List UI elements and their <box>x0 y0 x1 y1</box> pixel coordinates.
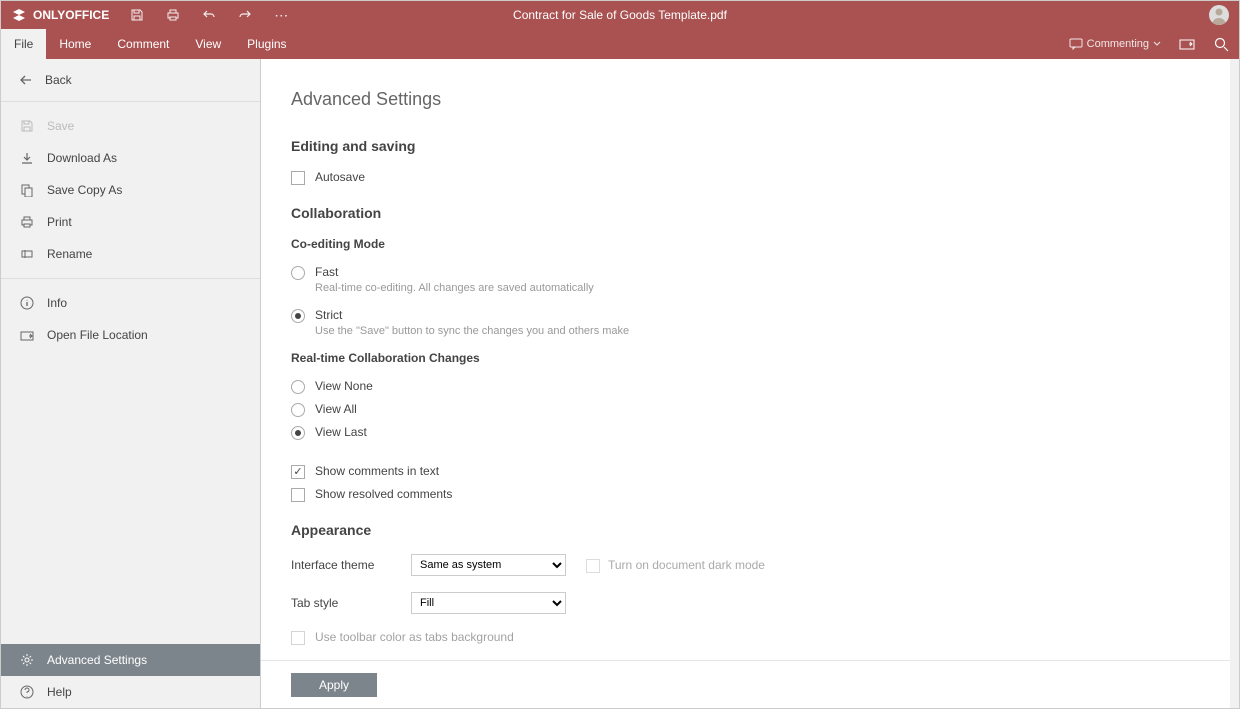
rename-label: Rename <box>47 247 92 261</box>
tab-file[interactable]: File <box>1 29 46 59</box>
interface-theme-label: Interface theme <box>291 558 391 572</box>
back-arrow-icon <box>19 74 33 86</box>
tab-style-label: Tab style <box>291 596 391 610</box>
download-icon <box>19 150 35 166</box>
section-appearance: Appearance <box>291 522 1209 538</box>
tabbar: File Home Comment View Plugins Commentin… <box>1 29 1239 59</box>
comment-icon <box>1069 38 1083 50</box>
sidebar-item-print[interactable]: Print <box>1 206 260 238</box>
view-all-radio[interactable] <box>291 403 305 417</box>
sidebar-item-help[interactable]: Help <box>1 676 260 708</box>
coediting-fast-desc: Real-time co-editing. All changes are sa… <box>315 282 594 294</box>
coediting-strict-desc: Use the "Save" button to sync the change… <box>315 325 629 337</box>
toolbar-color-label: Use toolbar color as tabs background <box>315 630 514 644</box>
show-resolved-label: Show resolved comments <box>315 487 452 501</box>
rename-icon <box>19 246 35 262</box>
save-label: Save <box>47 119 74 133</box>
chevron-down-icon <box>1153 40 1161 48</box>
copy-icon <box>19 182 35 198</box>
commenting-mode[interactable]: Commenting <box>1069 38 1161 50</box>
save-icon <box>19 118 35 134</box>
redo-icon[interactable] <box>237 7 253 23</box>
settings-panel: Advanced Settings Editing and saving Aut… <box>261 59 1239 708</box>
view-none-radio[interactable] <box>291 380 305 394</box>
save-copy-as-label: Save Copy As <box>47 183 122 197</box>
coediting-strict-radio[interactable] <box>291 309 305 323</box>
dark-mode-checkbox <box>586 559 600 573</box>
page-title: Advanced Settings <box>291 89 1209 110</box>
view-last-radio[interactable] <box>291 426 305 440</box>
autosave-checkbox[interactable] <box>291 171 305 185</box>
sidebar-item-advanced-settings[interactable]: Advanced Settings <box>1 644 260 676</box>
user-avatar[interactable] <box>1209 5 1229 25</box>
app-logo: ONLYOFFICE <box>1 7 119 23</box>
show-comments-checkbox[interactable] <box>291 465 305 479</box>
coediting-strict-label: Strict <box>315 308 342 322</box>
show-resolved-checkbox[interactable] <box>291 488 305 502</box>
toolbar-color-checkbox[interactable] <box>291 631 305 645</box>
logo-icon <box>11 7 27 23</box>
tab-home[interactable]: Home <box>46 29 104 59</box>
info-icon <box>19 295 35 311</box>
section-collaboration: Collaboration <box>291 205 1209 221</box>
help-icon <box>19 684 35 700</box>
more-icon[interactable]: ⋯ <box>273 7 289 23</box>
print-icon <box>19 214 35 230</box>
tab-comment[interactable]: Comment <box>104 29 182 59</box>
autosave-label: Autosave <box>315 170 365 184</box>
coediting-fast-label: Fast <box>315 265 338 279</box>
sidebar-item-info[interactable]: Info <box>1 287 260 319</box>
dark-mode-label: Turn on document dark mode <box>608 558 765 572</box>
advanced-settings-label: Advanced Settings <box>47 653 147 667</box>
coediting-mode-heading: Co-editing Mode <box>291 237 1209 251</box>
undo-icon[interactable] <box>201 7 217 23</box>
view-none-label: View None <box>315 379 373 393</box>
vertical-scrollbar[interactable] <box>1230 59 1239 708</box>
gear-icon <box>19 652 35 668</box>
folder-open-icon <box>19 327 35 343</box>
view-all-label: View All <box>315 402 357 416</box>
section-editing-saving: Editing and saving <box>291 138 1209 154</box>
file-menu: Back Save Download As Save Copy As Print… <box>1 59 1239 708</box>
sidebar-item-save: Save <box>1 110 260 142</box>
sidebar-item-rename[interactable]: Rename <box>1 238 260 270</box>
apply-bar: Apply <box>261 660 1239 708</box>
coediting-fast-radio[interactable] <box>291 266 305 280</box>
back-label: Back <box>45 73 72 87</box>
file-sidebar: Back Save Download As Save Copy As Print… <box>1 59 261 708</box>
rt-changes-heading: Real-time Collaboration Changes <box>291 351 1209 365</box>
sidebar-item-save-copy-as[interactable]: Save Copy As <box>1 174 260 206</box>
download-as-label: Download As <box>47 151 117 165</box>
show-comments-label: Show comments in text <box>315 464 439 478</box>
view-last-label: View Last <box>315 425 367 439</box>
sidebar-item-open-file-location[interactable]: Open File Location <box>1 319 260 351</box>
document-title: Contract for Sale of Goods Template.pdf <box>513 8 727 22</box>
commenting-label: Commenting <box>1087 38 1149 50</box>
print-icon[interactable] <box>165 7 181 23</box>
help-label: Help <box>47 685 72 699</box>
app-name: ONLYOFFICE <box>33 8 109 22</box>
open-location-icon[interactable] <box>1179 36 1195 52</box>
search-icon[interactable] <box>1213 36 1229 52</box>
titlebar: ONLYOFFICE ⋯ Contract for Sale of Goods … <box>1 1 1239 29</box>
tab-view[interactable]: View <box>182 29 234 59</box>
open-file-location-label: Open File Location <box>47 328 148 342</box>
interface-theme-select[interactable]: Same as system <box>411 554 566 576</box>
info-label: Info <box>47 296 67 310</box>
sidebar-item-download-as[interactable]: Download As <box>1 142 260 174</box>
save-icon[interactable] <box>129 7 145 23</box>
back-button[interactable]: Back <box>1 59 260 102</box>
apply-button[interactable]: Apply <box>291 673 377 697</box>
tab-style-select[interactable]: Fill <box>411 592 566 614</box>
print-label: Print <box>47 215 72 229</box>
tab-plugins[interactable]: Plugins <box>234 29 299 59</box>
